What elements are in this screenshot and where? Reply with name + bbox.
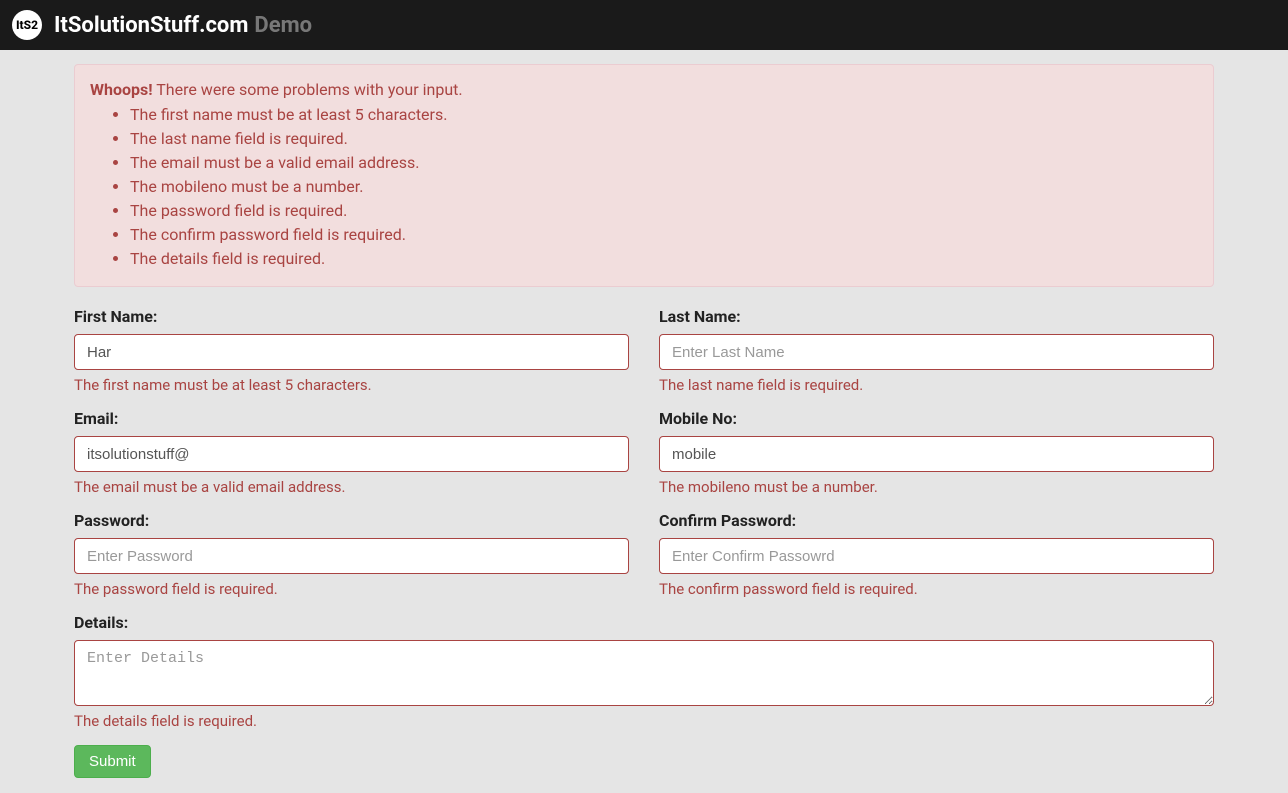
password-label: Password: xyxy=(74,511,629,530)
alert-title: Whoops! xyxy=(90,80,153,99)
details-textarea[interactable] xyxy=(74,640,1214,706)
details-error: The details field is required. xyxy=(74,712,1214,730)
alert-error-item: The email must be a valid email address. xyxy=(130,151,1198,175)
last-name-group: Last Name: The last name field is requir… xyxy=(659,307,1214,394)
details-group: Details: The details field is required. xyxy=(74,613,1214,730)
alert-error-list: The first name must be at least 5 charac… xyxy=(130,103,1198,271)
email-group: Email: The email must be a valid email a… xyxy=(74,409,629,496)
first-name-input[interactable] xyxy=(74,334,629,370)
navbar: ItS2 ItSolutionStuff.com Demo xyxy=(0,0,1288,50)
first-name-label: First Name: xyxy=(74,307,629,326)
alert-error-item: The mobileno must be a number. xyxy=(130,175,1198,199)
alert-error-item: The last name field is required. xyxy=(130,127,1198,151)
last-name-error: The last name field is required. xyxy=(659,376,1214,394)
confirm-password-group: Confirm Password: The confirm password f… xyxy=(659,511,1214,598)
error-alert: Whoops! There were some problems with yo… xyxy=(74,64,1214,287)
mobile-no-group: Mobile No: The mobileno must be a number… xyxy=(659,409,1214,496)
password-error: The password field is required. xyxy=(74,580,629,598)
last-name-input[interactable] xyxy=(659,334,1214,370)
confirm-password-label: Confirm Password: xyxy=(659,511,1214,530)
confirm-password-error: The confirm password field is required. xyxy=(659,580,1214,598)
first-name-error: The first name must be at least 5 charac… xyxy=(74,376,629,394)
email-input[interactable] xyxy=(74,436,629,472)
brand-name: ItSolutionStuff.com xyxy=(54,13,248,38)
alert-error-item: The confirm password field is required. xyxy=(130,223,1198,247)
last-name-label: Last Name: xyxy=(659,307,1214,326)
email-label: Email: xyxy=(74,409,629,428)
alert-message: There were some problems with your input… xyxy=(156,80,462,99)
confirm-password-input[interactable] xyxy=(659,538,1214,574)
password-group: Password: The password field is required… xyxy=(74,511,629,598)
email-error: The email must be a valid email address. xyxy=(74,478,629,496)
brand-extra: Demo xyxy=(254,13,312,38)
first-name-group: First Name: The first name must be at le… xyxy=(74,307,629,394)
submit-button[interactable]: Submit xyxy=(74,745,151,778)
alert-error-item: The password field is required. xyxy=(130,199,1198,223)
mobile-no-label: Mobile No: xyxy=(659,409,1214,428)
mobile-no-error: The mobileno must be a number. xyxy=(659,478,1214,496)
alert-error-item: The first name must be at least 5 charac… xyxy=(130,103,1198,127)
mobile-no-input[interactable] xyxy=(659,436,1214,472)
details-label: Details: xyxy=(74,613,1214,632)
brand-logo: ItS2 xyxy=(12,10,42,40)
password-input[interactable] xyxy=(74,538,629,574)
alert-error-item: The details field is required. xyxy=(130,247,1198,271)
